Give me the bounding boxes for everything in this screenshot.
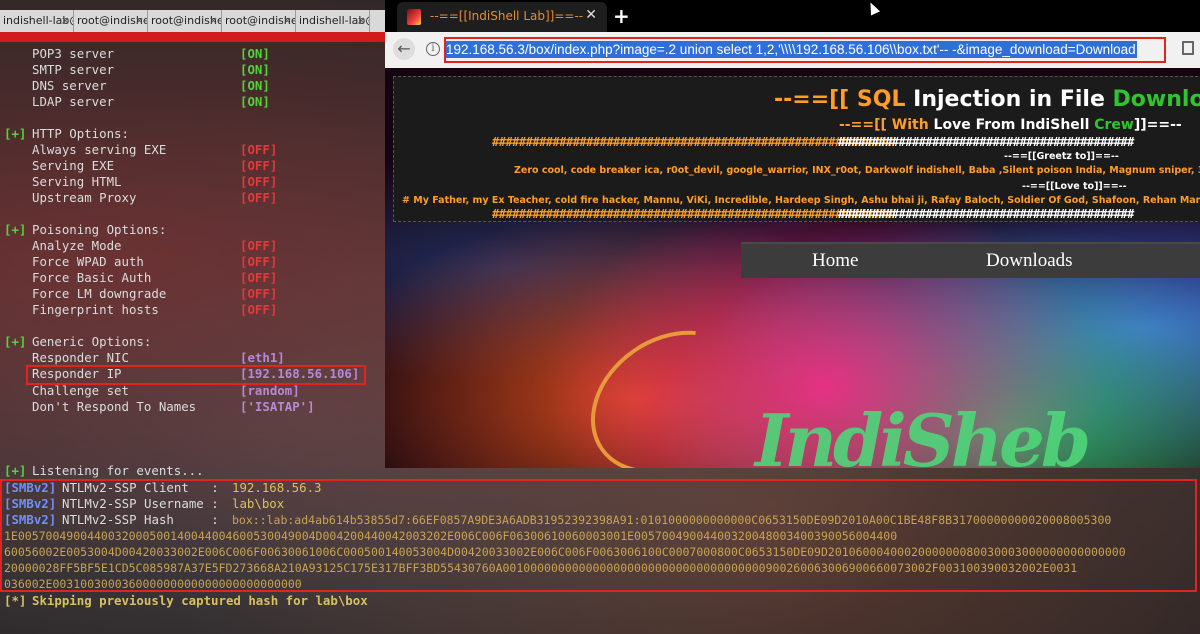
option-status: [OFF] <box>240 254 278 269</box>
plus-marker: [+] <box>4 126 27 141</box>
highlight-box-hash <box>0 479 1197 592</box>
skipping-message: Skipping previously captured hash for la… <box>32 593 368 608</box>
highlight-box-responder-ip <box>26 365 366 385</box>
new-tab-button[interactable]: + <box>613 4 630 28</box>
server-name: LDAP server <box>32 94 115 109</box>
close-icon[interactable]: × <box>283 10 292 32</box>
page-content: --==[[ SQL Injection in File Downloa --=… <box>385 68 1200 468</box>
greetz-header: --==[[Greetz to]]==-- <box>1004 151 1119 162</box>
love-header: --==[[Love to]]==-- <box>1022 181 1127 192</box>
option-name: Upstream Proxy <box>32 190 137 205</box>
option-name: Challenge set <box>32 383 129 398</box>
server-name: SMTP server <box>32 62 115 77</box>
close-icon[interactable]: × <box>61 10 70 32</box>
server-name: DNS server <box>32 78 107 93</box>
greetz-text: Zero cool, code breaker ica, r0ot_devil,… <box>514 165 1200 176</box>
option-status: [OFF] <box>240 190 278 205</box>
browser-tab-title: --==[[IndiShell Lab]]==-- <box>430 9 584 23</box>
section-header-poisoning: Poisoning Options: <box>32 222 167 237</box>
server-status: [ON] <box>240 94 270 109</box>
option-status: [OFF] <box>240 286 278 301</box>
terminal-tab-bar: indishell-lab@ × root@indishe × root@indis… <box>0 10 385 32</box>
back-button[interactable]: ← <box>393 38 415 60</box>
option-name: Force WPAD auth <box>32 254 144 269</box>
logo-swirl <box>563 301 775 468</box>
listening-message: Listening for events... <box>32 463 204 478</box>
terminal-tab[interactable]: indishell-lab@ × <box>0 10 74 32</box>
server-status: [ON] <box>240 62 270 77</box>
option-status: [OFF] <box>240 302 278 317</box>
option-value: ['ISATAP'] <box>240 399 315 414</box>
option-status: [OFF] <box>240 270 278 285</box>
star-marker: [*] <box>4 593 27 608</box>
plus-marker: [+] <box>4 334 27 349</box>
option-name: Analyze Mode <box>32 238 122 253</box>
option-value: [random] <box>240 383 300 398</box>
favicon-icon <box>407 9 421 25</box>
browser-toolbar: ← i 192.168.56.3/box/index.php?image=.2 … <box>385 32 1200 68</box>
option-name: Serving HTML <box>32 174 122 189</box>
server-status: [ON] <box>240 78 270 93</box>
terminal-tab[interactable]: root@indishe × <box>74 10 148 32</box>
close-icon[interactable]: × <box>209 10 218 32</box>
option-name: Force LM downgrade <box>32 286 167 301</box>
option-name: Fingerprint hosts <box>32 302 159 317</box>
banner-subtitle: --==[[ With Love From IndiShell Crew]]==… <box>839 117 1182 133</box>
option-value: [eth1] <box>240 350 285 365</box>
site-nav: Home Downloads W <box>741 242 1200 278</box>
section-header-http: HTTP Options: <box>32 126 129 141</box>
browser-tab[interactable]: --==[[IndiShell Lab]]==-- ✕ <box>397 2 607 32</box>
option-name: Responder NIC <box>32 350 129 365</box>
browser-window[interactable]: --==[[IndiShell Lab]]==-- ✕ + ← i 192.16… <box>385 0 1200 468</box>
option-status: [OFF] <box>240 238 278 253</box>
plus-marker: [+] <box>4 222 27 237</box>
copy-icon[interactable] <box>1182 41 1194 55</box>
banner-hash-line: ########################################… <box>492 207 896 221</box>
browser-tab-bar: --==[[IndiShell Lab]]==-- ✕ + <box>385 0 1200 32</box>
close-icon[interactable]: ✕ <box>585 7 597 23</box>
plus-marker: [+] <box>4 463 27 478</box>
banner: --==[[ SQL Injection in File Downloa --=… <box>393 76 1200 222</box>
banner-hash-line: ########################################… <box>838 207 1134 221</box>
close-icon[interactable]: × <box>357 10 366 32</box>
option-name: Always serving EXE <box>32 142 167 157</box>
terminal-tab[interactable]: root@indishe × <box>148 10 222 32</box>
info-icon[interactable]: i <box>426 42 440 56</box>
terminal-active-tab-bar <box>0 32 385 42</box>
mouse-cursor-icon <box>865 0 881 16</box>
option-name: Don't Respond To Names <box>32 399 197 414</box>
option-status: [OFF] <box>240 174 278 189</box>
terminal-tab[interactable]: indishell-lab@ × <box>296 10 370 32</box>
banner-hash-line: ########################################… <box>838 135 1134 149</box>
close-icon[interactable]: × <box>135 10 144 32</box>
nav-downloads[interactable]: Downloads <box>986 250 1073 272</box>
option-name: Serving EXE <box>32 158 115 173</box>
server-name: POP3 server <box>32 46 115 61</box>
option-name: Force Basic Auth <box>32 270 152 285</box>
terminal-tab[interactable]: root@indishe × <box>222 10 296 32</box>
server-status: [ON] <box>240 46 270 61</box>
option-status: [OFF] <box>240 158 278 173</box>
love-text: # My Father, my Ex Teacher, cold fire ha… <box>402 195 1200 206</box>
banner-title: --==[[ SQL Injection in File Downloa <box>774 87 1200 112</box>
section-header-generic: Generic Options: <box>32 334 152 349</box>
option-status: [OFF] <box>240 142 278 157</box>
banner-hash-line: ########################################… <box>492 135 896 149</box>
site-logo: IndiSheb <box>755 398 1091 468</box>
highlight-box-url <box>444 37 1166 63</box>
nav-home[interactable]: Home <box>812 250 858 272</box>
